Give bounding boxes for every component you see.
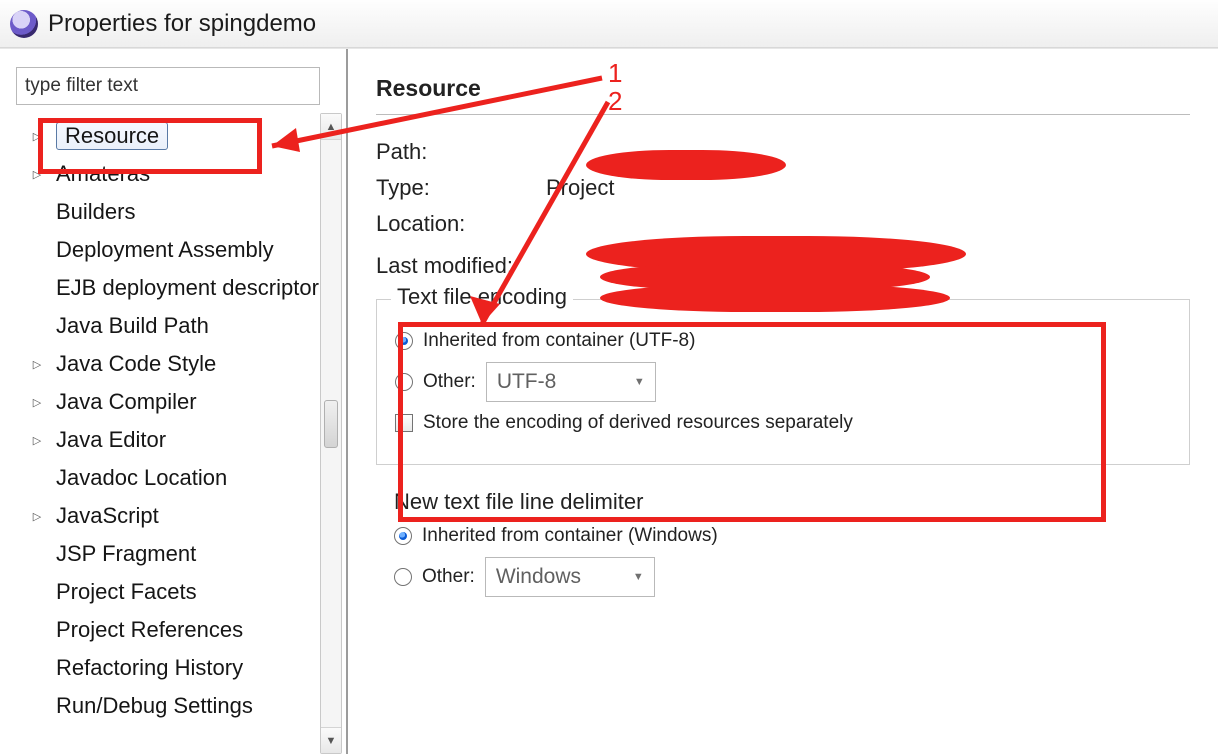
filter-placeholder: type filter text (25, 75, 138, 97)
tree-item-label: EJB deployment descriptor (56, 275, 319, 301)
encoding-other-radio[interactable] (395, 373, 413, 391)
tree-item-label: Java Editor (56, 427, 166, 453)
eclipse-icon (10, 10, 38, 38)
window-title: Properties for spingdemo (48, 10, 316, 38)
tree-item-label: Resource (56, 122, 168, 150)
tree-item-java-build-path[interactable]: ▷Java Build Path (10, 307, 346, 345)
tree-item-javadoc-location[interactable]: ▷Javadoc Location (10, 459, 346, 497)
tree-item-amateras[interactable]: ▷ Amateras (10, 155, 346, 193)
chevron-down-icon: ▼ (633, 571, 644, 583)
type-value: Project (546, 175, 614, 201)
path-value-redacted (546, 139, 786, 165)
encoding-legend: Text file encoding (391, 284, 573, 310)
tree-item-javascript[interactable]: ▷ JavaScript (10, 497, 346, 535)
tree-item-resource[interactable]: ▷ Resource (10, 117, 346, 155)
encoding-inherited-radio[interactable] (395, 332, 413, 350)
tree-item-java-compiler[interactable]: ▷ Java Compiler (10, 383, 346, 421)
tree-item-label: Run/Debug Settings (56, 693, 253, 719)
tree-item-jsp-fragment[interactable]: ▷JSP Fragment (10, 535, 346, 573)
encoding-inherited-label: Inherited from container (UTF-8) (423, 330, 695, 352)
tree-item-label: Java Build Path (56, 313, 209, 339)
expand-icon[interactable]: ▷ (30, 434, 44, 447)
tree-item-run-debug-settings[interactable]: ▷Run/Debug Settings (10, 687, 346, 725)
tree-item-project-facets[interactable]: ▷Project Facets (10, 573, 346, 611)
scroll-thumb[interactable] (324, 400, 338, 448)
expand-icon[interactable]: ▷ (30, 510, 44, 523)
modified-value-redacted (546, 253, 966, 285)
tree-item-deployment-assembly[interactable]: ▷Deployment Assembly (10, 231, 346, 269)
location-label: Location: (376, 211, 546, 243)
tree-item-label: Java Code Style (56, 351, 216, 377)
page-title: Resource (376, 75, 1190, 115)
tree-item-java-code-style[interactable]: ▷ Java Code Style (10, 345, 346, 383)
tree-item-builders[interactable]: ▷Builders (10, 193, 346, 231)
tree-item-label: Project Facets (56, 579, 197, 605)
modified-label: Last modified: (376, 253, 546, 285)
properties-tree[interactable]: ▷Resource▷Amateras▷Builders▷Deployment A… (10, 113, 346, 754)
delimiter-inherited-label: Inherited from container (Windows) (422, 525, 718, 547)
tree-item-java-editor[interactable]: ▷ Java Editor (10, 421, 346, 459)
delimiter-legend: New text file line delimiter (394, 489, 1172, 515)
scroll-down-icon[interactable]: ▼ (321, 727, 341, 753)
tree-item-label: Javadoc Location (56, 465, 227, 491)
delimiter-other-combo[interactable]: Windows ▼ (485, 557, 655, 597)
tree-item-refactoring-history[interactable]: ▷Refactoring History (10, 649, 346, 687)
tree-item-label: Deployment Assembly (56, 237, 274, 263)
filter-input[interactable]: type filter text (16, 67, 320, 105)
delimiter-inherited-radio[interactable] (394, 527, 412, 545)
scroll-up-icon[interactable]: ▲ (321, 114, 341, 140)
tree-item-label: Java Compiler (56, 389, 197, 415)
expand-icon[interactable]: ▷ (30, 396, 44, 409)
tree-item-label: Refactoring History (56, 655, 243, 681)
properties-tree-pane: type filter text ▷Resource▷Amateras▷Buil… (0, 49, 348, 754)
path-label: Path: (376, 139, 546, 165)
tree-item-label: JavaScript (56, 503, 159, 529)
tree-item-label: JSP Fragment (56, 541, 196, 567)
expand-icon[interactable]: ▷ (30, 358, 44, 371)
store-derived-checkbox[interactable] (395, 414, 413, 432)
delimiter-other-value: Windows (496, 565, 581, 589)
chevron-down-icon: ▼ (634, 376, 645, 388)
tree-item-ejb-deployment-descriptor[interactable]: ▷EJB deployment descriptor (10, 269, 346, 307)
tree-item-label: Amateras (56, 161, 150, 187)
encoding-other-label: Other: (423, 371, 476, 393)
tree-scrollbar[interactable]: ▲ ▼ (320, 113, 342, 754)
type-label: Type: (376, 175, 546, 201)
tree-item-label: Project References (56, 617, 243, 643)
titlebar: Properties for spingdemo (0, 0, 1218, 48)
encoding-other-value: UTF-8 (497, 370, 557, 394)
expand-icon[interactable]: ▷ (30, 130, 44, 143)
resource-page: Resource Path: Type: Project Location: L… (348, 49, 1218, 754)
store-derived-label: Store the encoding of derived resources … (423, 412, 853, 434)
tree-item-project-references[interactable]: ▷Project References (10, 611, 346, 649)
delimiter-other-label: Other: (422, 566, 475, 588)
encoding-other-combo[interactable]: UTF-8 ▼ (486, 362, 656, 402)
delimiter-other-radio[interactable] (394, 568, 412, 586)
text-file-encoding-group: Text file encoding Inherited from contai… (376, 299, 1190, 465)
tree-item-label: Builders (56, 199, 135, 225)
expand-icon[interactable]: ▷ (30, 168, 44, 181)
line-delimiter-group: New text file line delimiter Inherited f… (376, 479, 1190, 627)
location-value-redacted (546, 211, 966, 243)
